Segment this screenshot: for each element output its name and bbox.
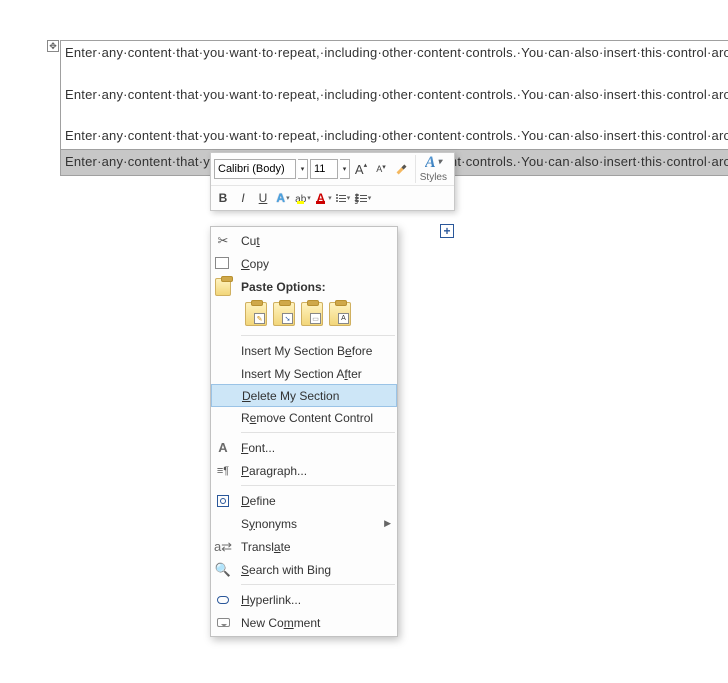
repeating-text: Enter·any·content·that·you·want·to·repea…: [65, 87, 728, 102]
numbering-button[interactable]: 123▾: [354, 188, 372, 208]
menu-separator: [241, 335, 395, 336]
define-icon: [211, 495, 235, 507]
menu-hyperlink[interactable]: Hyperlink...: [211, 588, 397, 611]
menu-paste-options-header: Paste Options:: [211, 275, 397, 298]
context-menu: ✂ Cut Copy Paste Options: ✎ ➘ ▭ A Insert…: [210, 226, 398, 637]
grow-font-button[interactable]: A▴: [352, 159, 370, 179]
font-name-input[interactable]: [214, 159, 296, 179]
menu-paragraph[interactable]: ≡¶ Paragraph...: [211, 459, 397, 482]
font-name-dropdown[interactable]: ▾: [298, 159, 308, 179]
paste-merge-icon[interactable]: ➘: [273, 302, 295, 326]
highlight-button[interactable]: ab▾: [294, 188, 312, 208]
menu-insert-after[interactable]: Insert My Section After: [211, 362, 397, 385]
paste-keep-source-icon[interactable]: ✎: [245, 302, 267, 326]
styles-button[interactable]: A▾ Styles: [415, 155, 451, 183]
menu-font[interactable]: A Font...: [211, 436, 397, 459]
menu-translate[interactable]: a⇄ Translate: [211, 535, 397, 558]
mini-toolbar: ▾ ▾ A▴ A▾ A▾ Styles B I U A▾ ab▾ A▾ ▾ 12…: [210, 152, 455, 211]
font-color-button[interactable]: A▾: [314, 188, 332, 208]
menu-search-bing[interactable]: 🔍 Search with Bing: [211, 558, 397, 581]
comment-icon: [211, 618, 235, 627]
link-icon: [211, 596, 235, 604]
paragraph-icon: ≡¶: [211, 465, 235, 477]
font-size-dropdown[interactable]: ▾: [340, 159, 350, 179]
menu-define[interactable]: Define: [211, 489, 397, 512]
repeating-text: Enter·any·content·that·you·want·to·repea…: [65, 45, 728, 60]
format-painter-button[interactable]: [392, 159, 410, 179]
chevron-right-icon: ▶: [384, 518, 391, 529]
paste-options-row: ✎ ➘ ▭ A: [211, 298, 397, 332]
table-move-handle[interactable]: ✥: [47, 40, 59, 52]
text-effects-button[interactable]: A▾: [274, 188, 292, 208]
italic-button[interactable]: I: [234, 188, 252, 208]
add-section-handle[interactable]: +: [440, 224, 454, 238]
menu-cut[interactable]: ✂ Cut: [211, 229, 397, 252]
bullets-button[interactable]: ▾: [334, 188, 352, 208]
menu-synonyms[interactable]: Synonyms ▶: [211, 512, 397, 535]
copy-icon: [211, 259, 235, 269]
font-size-input[interactable]: [310, 159, 338, 179]
menu-separator: [241, 432, 395, 433]
menu-insert-before[interactable]: Insert My Section Before: [211, 339, 397, 362]
bold-button[interactable]: B: [214, 188, 232, 208]
paste-text-only-icon[interactable]: A: [329, 302, 351, 326]
menu-separator: [241, 485, 395, 486]
menu-delete-section[interactable]: Delete My Section: [211, 384, 397, 407]
menu-remove-content-control[interactable]: Remove Content Control: [211, 406, 397, 429]
clipboard-icon: [211, 278, 235, 296]
content-control-cell[interactable]: Enter·any·content·that·you·want·to·repea…: [61, 41, 728, 150]
translate-icon: a⇄: [211, 539, 235, 555]
table-row: Enter·any·content·that·you·want·to·repea…: [61, 41, 728, 150]
repeating-text: Enter·any·content·that·you·want·to·repea…: [65, 128, 728, 143]
menu-copy[interactable]: Copy: [211, 252, 397, 275]
font-icon: A: [211, 440, 235, 455]
shrink-font-button[interactable]: A▾: [372, 159, 390, 179]
scissors-icon: ✂: [211, 233, 235, 249]
paste-picture-icon[interactable]: ▭: [301, 302, 323, 326]
menu-separator: [241, 584, 395, 585]
menu-new-comment[interactable]: New Comment: [211, 611, 397, 634]
underline-button[interactable]: U: [254, 188, 272, 208]
search-icon: 🔍: [211, 562, 235, 578]
